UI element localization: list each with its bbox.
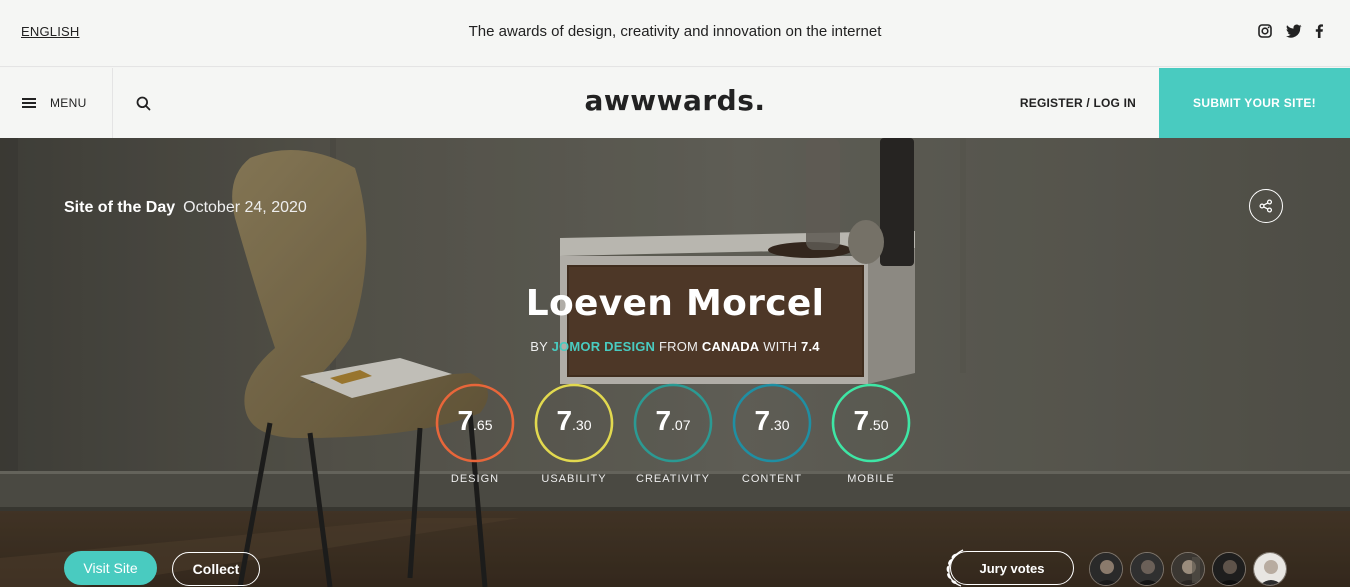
score-label: USABILITY: [541, 473, 607, 485]
site-byline: BY JOMOR DESIGN FROM CANADA WITH 7.4: [0, 339, 1350, 354]
collect-button[interactable]: Collect: [172, 552, 260, 586]
score-decimal: .30: [770, 417, 790, 433]
site-title: Loeven Morcel: [525, 283, 825, 324]
score-design: 7.65 DESIGN: [435, 383, 515, 493]
avatar[interactable]: [1253, 552, 1287, 586]
score-whole: 7: [754, 405, 771, 436]
avatar[interactable]: [1130, 552, 1164, 586]
score-mobile: 7.50 MOBILE: [831, 383, 911, 493]
facebook-icon[interactable]: [1314, 24, 1330, 40]
instagram-icon[interactable]: [1258, 24, 1274, 40]
score-content: 7.30 CONTENT: [732, 383, 812, 493]
award-label: Site of the Day: [64, 199, 176, 216]
jury-votes-button[interactable]: Jury votes: [950, 551, 1074, 585]
score-label: CREATIVITY: [636, 473, 710, 485]
top-bar: ENGLISH The awards of design, creativity…: [0, 0, 1350, 67]
score-decimal: .65: [473, 417, 493, 433]
studio-link[interactable]: JOMOR DESIGN: [552, 339, 656, 354]
with-label: WITH: [763, 339, 798, 354]
avatar[interactable]: [1171, 552, 1205, 586]
share-icon: [1259, 199, 1273, 213]
avatar[interactable]: [1089, 552, 1123, 586]
score-rings: 7.65 DESIGN 7.30 USABILITY 7.07 CREATIVI…: [435, 383, 915, 493]
site-tagline: The awards of design, creativity and inn…: [468, 23, 882, 40]
twitter-icon[interactable]: [1286, 24, 1302, 40]
site-of-the-day-heading: Site of the Day October 24, 2020: [64, 199, 307, 217]
share-button[interactable]: [1249, 189, 1283, 223]
award-date: October 24, 2020: [183, 199, 307, 216]
submit-site-button[interactable]: SUBMIT YOUR SITE!: [1159, 68, 1350, 138]
score-label: MOBILE: [847, 473, 895, 485]
country-label: CANADA: [701, 339, 760, 354]
site-logo[interactable]: awwwards.: [0, 84, 1350, 117]
register-login-link[interactable]: REGISTER / LOG IN: [1020, 96, 1136, 110]
social-links: [1258, 24, 1330, 40]
main-nav: MENU awwwards. REGISTER / LOG IN SUBMIT …: [0, 68, 1350, 138]
score-decimal: .30: [572, 417, 592, 433]
score-whole: 7: [457, 405, 474, 436]
score-label: CONTENT: [741, 473, 803, 485]
visit-site-button[interactable]: Visit Site: [64, 551, 157, 585]
score-creativity: 7.07 CREATIVITY: [633, 383, 713, 493]
overall-score: 7.4: [801, 339, 820, 354]
score-whole: 7: [853, 405, 870, 436]
score-whole: 7: [655, 405, 672, 436]
score-usability: 7.30 USABILITY: [534, 383, 614, 493]
from-label: FROM: [658, 339, 699, 354]
jury-avatars: [1089, 552, 1287, 586]
score-whole: 7: [556, 405, 573, 436]
score-label: DESIGN: [450, 473, 500, 485]
by-prefix: BY: [530, 339, 548, 354]
avatar[interactable]: [1212, 552, 1246, 586]
score-decimal: .07: [671, 417, 691, 433]
score-decimal: .50: [869, 417, 889, 433]
hero-section: Site of the Day October 24, 2020 Loeven M…: [0, 138, 1350, 587]
